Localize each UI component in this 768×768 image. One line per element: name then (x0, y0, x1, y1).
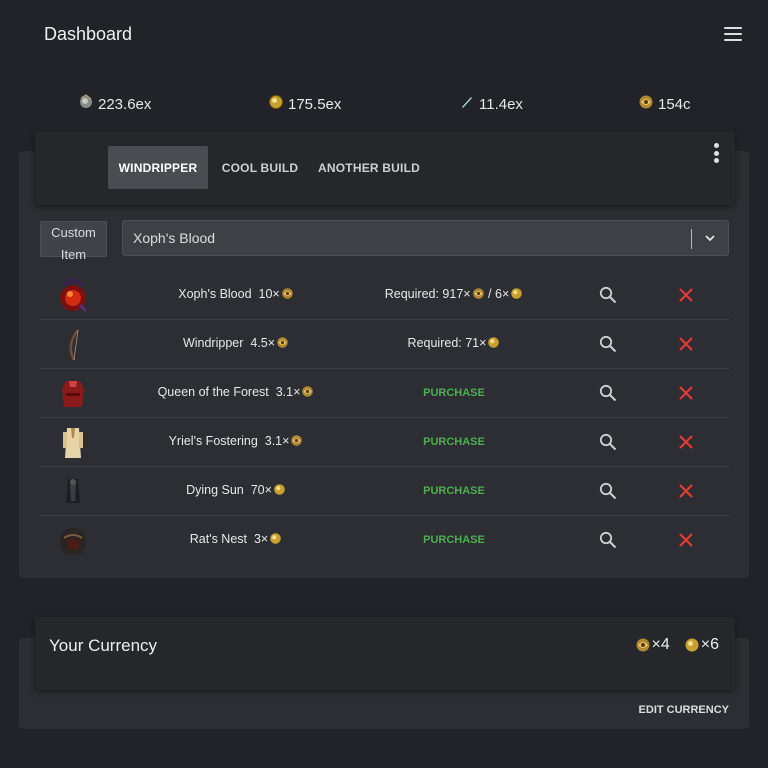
chaos-orb-icon (291, 435, 303, 446)
custom-item-button[interactable]: Custom Item (40, 221, 107, 262)
exalted-orb-icon (268, 94, 284, 110)
search-icon[interactable] (599, 286, 617, 304)
item-select[interactable]: Xoph's Blood (122, 220, 729, 256)
chaos-orb-icon (638, 94, 654, 110)
dying-sun-item-icon (66, 479, 80, 503)
exalted-orb-icon (270, 533, 282, 544)
close-icon[interactable] (679, 337, 693, 351)
purchase-button[interactable]: PURCHASE (374, 534, 534, 546)
currency-header: Your Currency ×4 ×6 (35, 617, 735, 690)
chevron-down-icon[interactable] (704, 232, 716, 244)
chaos-orb-icon (636, 638, 649, 652)
table-row: Yriel's Fostering 3.1× PURCHASE (40, 418, 729, 467)
close-icon[interactable] (679, 435, 693, 449)
rats-nest-item-icon (60, 528, 86, 554)
tab-cool-build[interactable]: COOL BUILD (215, 146, 305, 189)
chaos-amount: ×4 (651, 636, 670, 653)
tab-windripper[interactable]: WINDRIPPER (108, 146, 208, 189)
divine-orb-icon (78, 93, 94, 110)
search-icon[interactable] (599, 531, 617, 549)
exalted-orb-icon (685, 638, 699, 652)
purchase-button[interactable]: PURCHASE (374, 485, 534, 497)
table-row: Xoph's Blood 10× Required: 917× / 6× (40, 271, 729, 320)
price-value: 154c (658, 96, 691, 113)
price-exalted: 175.5ex (268, 94, 342, 113)
price-value: 223.6ex (98, 96, 152, 113)
edit-currency-button[interactable]: EDIT CURRENCY (639, 704, 729, 716)
requirement-text: Required: 917× / 6× (374, 287, 534, 301)
item-name: Windripper 4.5× (100, 336, 372, 350)
table-row: Queen of the Forest 3.1× PURCHASE (40, 369, 729, 418)
chaos-orb-icon (281, 288, 293, 299)
app-bar: Dashboard (0, 0, 768, 68)
currency-prices: 223.6ex 175.5ex 11.4ex 154c (0, 93, 768, 120)
search-icon[interactable] (599, 335, 617, 353)
price-value: 175.5ex (288, 96, 342, 113)
purchase-button[interactable]: PURCHASE (374, 436, 534, 448)
item-name: Xoph's Blood 10× (100, 287, 372, 301)
price-value: 11.4ex (479, 96, 523, 113)
more-vertical-icon[interactable] (713, 143, 719, 163)
exalted-orb-icon (511, 288, 523, 299)
exalted-orb-icon (274, 484, 285, 495)
item-select-value: Xoph's Blood (133, 230, 216, 246)
search-icon[interactable] (599, 384, 617, 402)
price-divine: 223.6ex (78, 93, 152, 113)
chaos-orb-icon (472, 288, 484, 299)
exalted-amount: ×6 (700, 636, 719, 653)
exalted-orb-icon (488, 337, 500, 348)
item-name: Yriel's Fostering 3.1× (100, 434, 372, 448)
close-icon[interactable] (679, 484, 693, 498)
item-name: Dying Sun 70× (100, 483, 372, 497)
hamburger-menu-icon[interactable] (724, 27, 742, 41)
build-tabs-bar: WINDRIPPER COOL BUILD ANOTHER BUILD (35, 131, 735, 205)
item-name: Rat's Nest 3× (100, 532, 372, 546)
table-row: Rat's Nest 3× PURCHASE (40, 516, 729, 565)
xophs-blood-item-icon (60, 277, 88, 313)
currency-holdings: ×4 ×6 (635, 636, 719, 654)
search-icon[interactable] (599, 482, 617, 500)
search-icon[interactable] (599, 433, 617, 451)
price-chaos: 154c (638, 94, 691, 113)
mirror-shard-icon (459, 94, 475, 110)
item-name: Queen of the Forest 3.1× (100, 385, 372, 399)
tab-another-build[interactable]: ANOTHER BUILD (315, 146, 423, 189)
close-icon[interactable] (679, 533, 693, 547)
table-row: Windripper 4.5× Required: 71× (40, 320, 729, 369)
select-separator (691, 229, 692, 249)
chaos-orb-icon (302, 386, 314, 397)
custom-item-label-line1: Custom (51, 225, 96, 240)
requirement-text: Required: 71× (374, 336, 534, 350)
queen-of-the-forest-item-icon (62, 381, 84, 407)
yriels-fostering-item-icon (63, 428, 83, 458)
item-table: Xoph's Blood 10× Required: 917× / 6× Win… (40, 271, 729, 565)
table-row: Dying Sun 70× PURCHASE (40, 467, 729, 516)
close-icon[interactable] (679, 386, 693, 400)
price-mirror-shard: 11.4ex (459, 96, 523, 113)
custom-item-label-line2: Item (60, 247, 87, 262)
close-icon[interactable] (679, 288, 693, 302)
purchase-button[interactable]: PURCHASE (374, 387, 534, 399)
currency-title: Your Currency (49, 636, 158, 655)
page-title: Dashboard (44, 23, 133, 44)
chaos-orb-icon (277, 337, 288, 348)
windripper-item-icon (69, 329, 79, 361)
